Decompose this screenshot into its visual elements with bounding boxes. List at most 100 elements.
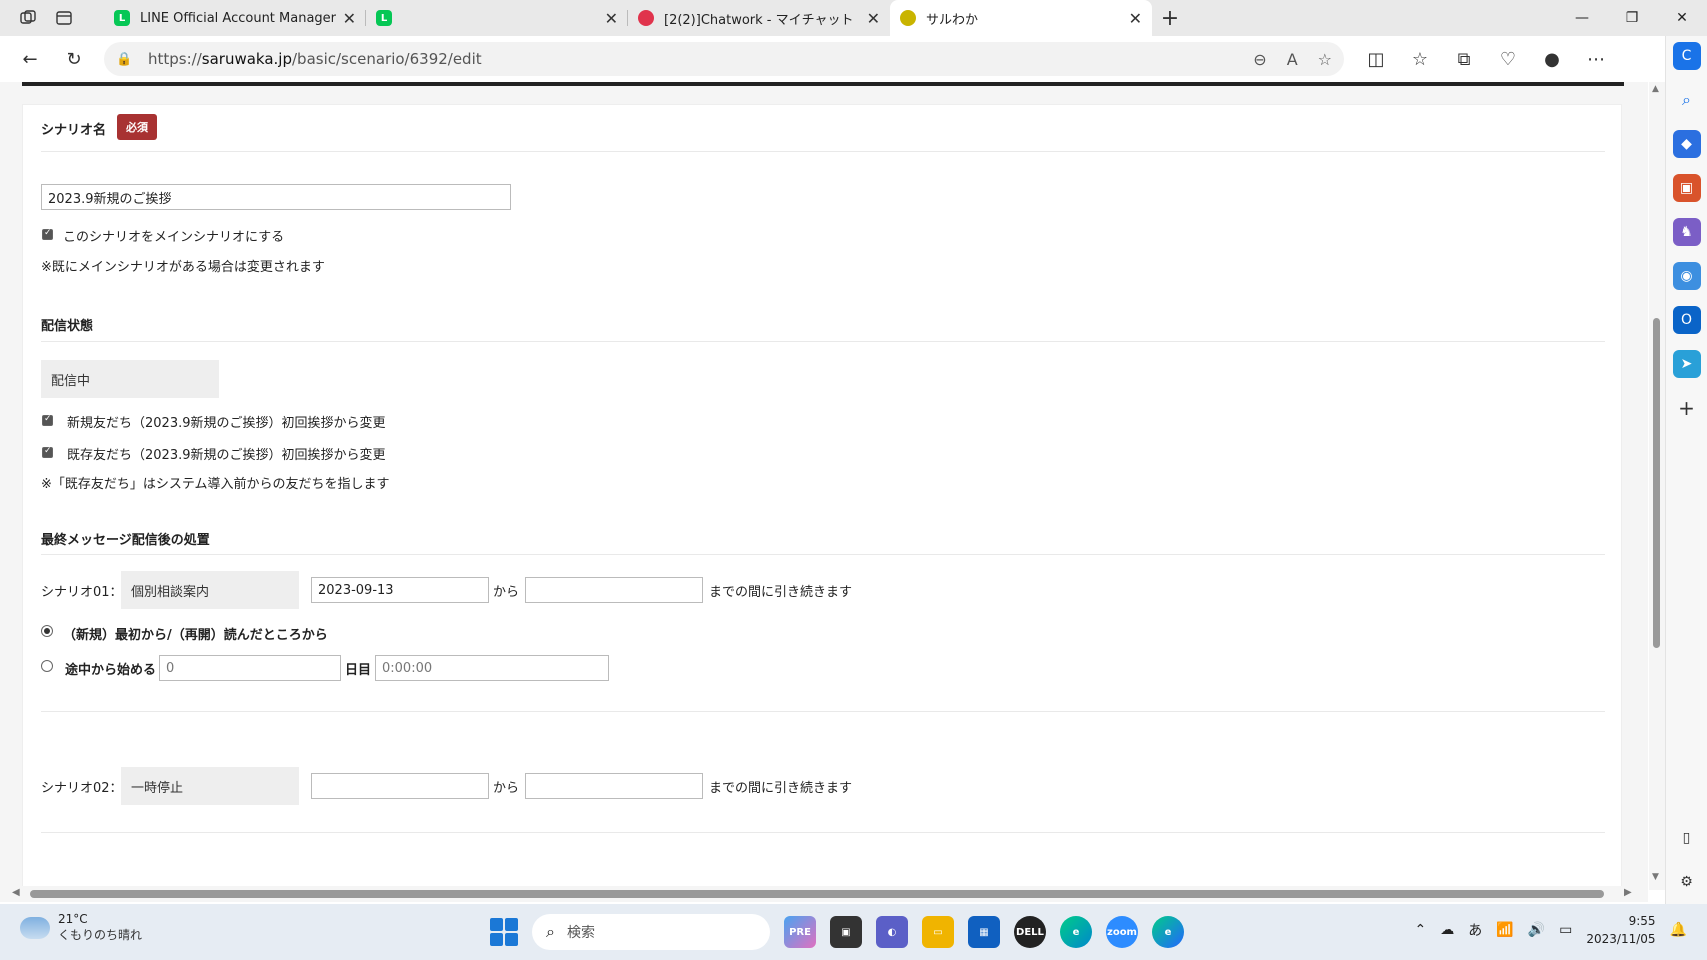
teams-chat-icon[interactable]: ◐ xyxy=(876,916,908,948)
games-icon[interactable]: ♞ xyxy=(1672,218,1701,246)
scenario-name-input[interactable] xyxy=(41,184,511,210)
volume-icon[interactable]: 🔊 xyxy=(1528,922,1545,938)
scenario02-from-date[interactable] xyxy=(311,773,489,799)
weather-widget[interactable]: 21°C くもりのち晴れ xyxy=(20,912,142,943)
search-icon[interactable]: ⌕ xyxy=(1673,86,1701,114)
line-icon: L xyxy=(376,10,392,26)
horizontal-scrollbar[interactable]: ◀ ▶ xyxy=(0,886,1648,902)
page-content: シナリオ名 必須 このシナリオをメインシナリオにする ※既にメインシナリオがある… xyxy=(0,82,1648,890)
outlook-icon[interactable]: O xyxy=(1672,306,1701,334)
read-aloud-icon[interactable]: A xyxy=(1287,50,1298,69)
existing-friends-note: ※「既存友だち」はシステム導入前からの友だちを指します xyxy=(41,477,390,492)
clock[interactable]: 9:55 2023/11/05 xyxy=(1586,912,1655,948)
zoom-icon[interactable]: ⊖ xyxy=(1253,50,1266,69)
browser-essentials-icon[interactable]: ♡ xyxy=(1486,37,1530,81)
lock-icon[interactable]: 🔒 xyxy=(116,52,140,67)
vertical-scroll-thumb[interactable] xyxy=(1653,318,1660,648)
tab-chatwork[interactable]: [2(2)]Chatwork - マイチャット ✕ xyxy=(628,0,890,36)
browser-tabstrip: L LINE Official Account Manager ✕ L ✕ [2… xyxy=(0,0,1707,36)
middle-radio-label: 途中から始める xyxy=(65,663,157,678)
onedrive-icon[interactable]: ☁ xyxy=(1440,922,1454,938)
dell-icon[interactable]: DELL xyxy=(1014,916,1046,948)
close-window-icon[interactable]: ✕ xyxy=(1657,0,1707,36)
middle-radio[interactable] xyxy=(41,660,53,672)
new-friends-checkbox[interactable] xyxy=(42,414,53,426)
refresh-button[interactable]: ↻ xyxy=(52,37,96,81)
vertical-scrollbar[interactable]: ▲ ▼ xyxy=(1649,82,1665,890)
scenario02-to-date[interactable] xyxy=(525,773,703,799)
address-bar[interactable]: 🔒 https://saruwaka.jp/basic/scenario/639… xyxy=(104,42,1344,76)
new-tab-button[interactable]: + xyxy=(1152,0,1188,36)
zoom-icon[interactable]: zoom xyxy=(1106,916,1138,948)
tab-actions-icon[interactable] xyxy=(46,0,82,36)
store-icon[interactable]: ▦ xyxy=(968,916,1000,948)
close-icon[interactable]: ✕ xyxy=(1129,9,1142,28)
cloudy-weather-icon xyxy=(20,916,50,939)
search-icon: ⌕ xyxy=(546,922,555,941)
back-button[interactable]: ← xyxy=(8,37,52,81)
tab-saruwaka[interactable]: サルわか ✕ xyxy=(890,0,1152,36)
divider xyxy=(41,341,1605,342)
scenario01-from-date[interactable] xyxy=(311,577,489,603)
split-screen-icon[interactable]: ◫ xyxy=(1354,37,1398,81)
temperature: 21°C xyxy=(58,912,88,926)
start-button[interactable] xyxy=(490,918,518,946)
scenario02-label: シナリオ02： xyxy=(41,781,123,796)
microsoft365-icon[interactable]: ◉ xyxy=(1672,262,1701,290)
favorite-star-icon[interactable]: ☆ xyxy=(1318,50,1332,69)
notification-icon[interactable]: 🔔 xyxy=(1670,922,1687,938)
copilot-app-icon[interactable]: PRE xyxy=(784,916,816,948)
show-hidden-icons-icon[interactable]: ⌃ xyxy=(1415,922,1427,938)
middle-time-input[interactable] xyxy=(375,655,609,681)
url-text[interactable]: https://saruwaka.jp/basic/scenario/6392/… xyxy=(148,50,482,68)
scroll-left-arrow[interactable]: ◀ xyxy=(12,887,20,898)
main-scenario-label: このシナリオをメインシナリオにする xyxy=(63,230,285,245)
favorites-icon[interactable]: ☆ xyxy=(1398,37,1442,81)
required-badge: 必須 xyxy=(117,114,157,140)
tools-icon[interactable]: ▣ xyxy=(1672,174,1701,202)
existing-friends-checkbox[interactable] xyxy=(42,446,53,458)
scenario02-select[interactable]: 一時停止 xyxy=(121,767,299,805)
middle-day-input[interactable] xyxy=(159,655,341,681)
taskbar-search[interactable]: ⌕ 検索 xyxy=(532,914,770,950)
close-icon[interactable]: ✕ xyxy=(343,9,356,28)
add-sidebar-icon[interactable]: + xyxy=(1673,394,1701,422)
shopping-icon[interactable]: ◆ xyxy=(1672,130,1701,158)
restart-radio[interactable] xyxy=(41,625,53,637)
edge-beta-icon[interactable]: e xyxy=(1152,916,1184,948)
scroll-down-arrow[interactable]: ▼ xyxy=(1652,872,1659,882)
ime-indicator[interactable]: あ xyxy=(1468,920,1482,940)
edge-icon[interactable]: e xyxy=(1060,916,1092,948)
main-scenario-checkbox[interactable] xyxy=(42,228,53,240)
profile-icon[interactable]: ● xyxy=(1530,37,1574,81)
windows-taskbar: 21°C くもりのち晴れ ⌕ 検索 PRE ▣ ◐ ▭ ▦ DELL e zoo… xyxy=(0,904,1707,960)
settings-icon[interactable]: ⚙ xyxy=(1673,868,1701,896)
more-menu-icon[interactable]: ⋯ xyxy=(1574,37,1618,81)
after-last-message-label: 最終メッセージ配信後の処置 xyxy=(41,533,210,548)
existing-friends-label: 既存友だち（2023.9新規のご挨拶）初回挨拶から変更 xyxy=(67,448,386,463)
scenario01-to-date[interactable] xyxy=(525,577,703,603)
send-icon[interactable]: ➤ xyxy=(1672,350,1701,378)
restore-icon[interactable]: ❐ xyxy=(1607,0,1657,36)
copilot-icon[interactable]: C xyxy=(1672,42,1701,70)
chatwork-icon xyxy=(638,10,654,26)
task-view-icon[interactable]: ▣ xyxy=(830,916,862,948)
close-icon[interactable]: ✕ xyxy=(605,9,618,28)
horizontal-scroll-thumb[interactable] xyxy=(30,890,1604,898)
new-friends-label: 新規友だち（2023.9新規のご挨拶）初回挨拶から変更 xyxy=(67,416,386,431)
scroll-up-arrow[interactable]: ▲ xyxy=(1652,84,1659,94)
file-explorer-icon[interactable]: ▭ xyxy=(922,916,954,948)
hide-sidebar-icon[interactable]: ▯ xyxy=(1673,824,1701,852)
delivery-status-label: 配信状態 xyxy=(41,319,94,334)
scroll-right-arrow[interactable]: ▶ xyxy=(1624,887,1632,898)
wifi-icon[interactable]: 📶 xyxy=(1496,922,1513,938)
battery-icon[interactable]: ▭ xyxy=(1559,922,1572,938)
collections-icon[interactable]: ⧉ xyxy=(1442,37,1486,81)
close-icon[interactable]: ✕ xyxy=(867,9,880,28)
page-header-bar xyxy=(22,82,1624,86)
tab-line-oam[interactable]: L LINE Official Account Manager ✕ xyxy=(104,0,366,36)
workspaces-icon[interactable] xyxy=(10,0,46,36)
minimize-icon[interactable]: — xyxy=(1557,0,1607,36)
tab-line-2[interactable]: L ✕ xyxy=(366,0,628,36)
scenario01-select[interactable]: 個別相談案内 xyxy=(121,571,299,609)
